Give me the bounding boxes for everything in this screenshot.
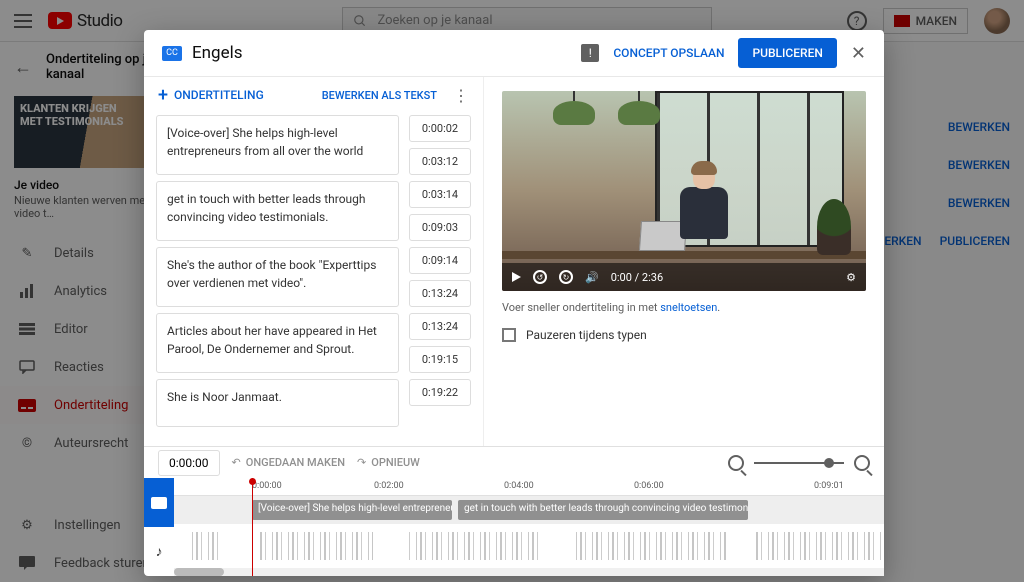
music-note-icon: ♪ xyxy=(156,543,163,560)
shortcut-tip: Voer sneller ondertiteling in met snelto… xyxy=(502,301,866,314)
play-icon[interactable] xyxy=(512,272,521,282)
video-time-display: 0:00 / 2:36 xyxy=(611,271,663,284)
caption-list: [Voice-over] She helps high-level entrep… xyxy=(144,113,483,446)
caption-in-time[interactable]: 0:13:24 xyxy=(409,313,471,340)
caption-editor-pane: + ONDERTITELING BEWERKEN ALS TEKST ⋮ [Vo… xyxy=(144,77,484,446)
subtitle-editor-dialog: CC Engels ! CONCEPT OPSLAAN PUBLICEREN ✕… xyxy=(144,30,884,576)
caption-segment[interactable]: [Voice-over] She helps high-level entrep… xyxy=(252,500,452,520)
caption-text-input[interactable]: She is Noor Janmaat. xyxy=(156,379,399,427)
caption-out-time[interactable]: 0:09:03 xyxy=(409,214,471,241)
undo-button[interactable]: ↶ ONGEDAAN MAKEN xyxy=(232,456,345,469)
caption-track[interactable]: [Voice-over] She helps high-level entrep… xyxy=(174,496,884,524)
cc-icon xyxy=(151,497,167,509)
caption-text-input[interactable]: get in touch with better leads through c… xyxy=(156,181,399,241)
dialog-header: CC Engels ! CONCEPT OPSLAAN PUBLICEREN ✕ xyxy=(144,30,884,76)
publish-button[interactable]: PUBLICEREN xyxy=(738,38,836,68)
close-icon[interactable]: ✕ xyxy=(851,43,866,64)
caption-row: She is Noor Janmaat. 0:19:22 xyxy=(156,379,471,427)
rewind-icon[interactable]: ↺ xyxy=(533,270,547,284)
warning-icon[interactable]: ! xyxy=(581,44,599,62)
caption-row: [Voice-over] She helps high-level entrep… xyxy=(156,115,471,175)
dialog-title: Engels xyxy=(192,43,243,63)
caption-out-time[interactable]: 0:19:15 xyxy=(409,346,471,373)
caption-track-toggle[interactable] xyxy=(144,478,174,527)
caption-in-time[interactable]: 0:09:14 xyxy=(409,247,471,274)
shortcuts-link[interactable]: sneltoetsen xyxy=(660,301,717,314)
caption-text-input[interactable]: Articles about her have appeared in Het … xyxy=(156,313,399,373)
save-draft-button[interactable]: CONCEPT OPSLAAN xyxy=(613,46,724,60)
video-frame-illustration xyxy=(502,91,866,291)
timeline-panel: 0:00:00 ↶ ONGEDAAN MAKEN ↷ OPNIEUW ♪ xyxy=(144,446,884,576)
undo-icon: ↶ xyxy=(232,456,241,469)
ruler-tick: 0:09:01 xyxy=(814,481,844,491)
add-subtitle-button[interactable]: + ONDERTITELING xyxy=(158,85,264,106)
audio-waveform[interactable] xyxy=(174,524,884,568)
ruler-tick: 0:04:00 xyxy=(504,481,534,491)
plus-icon: + xyxy=(158,85,168,106)
forward-icon[interactable]: ↻ xyxy=(559,270,573,284)
caption-text-input[interactable]: She's the author of the book "Experttips… xyxy=(156,247,399,307)
gear-icon[interactable]: ⚙ xyxy=(846,271,856,284)
redo-icon: ↷ xyxy=(357,456,366,469)
zoom-out-icon[interactable] xyxy=(728,455,744,471)
ruler-tick: 0:06:00 xyxy=(634,481,664,491)
pause-checkbox[interactable] xyxy=(502,328,516,342)
subtitles-icon: CC xyxy=(162,46,182,61)
caption-text-input[interactable]: [Voice-over] She helps high-level entrep… xyxy=(156,115,399,175)
volume-icon[interactable]: 🔊 xyxy=(585,271,599,284)
timeline-ruler[interactable]: 0:00:00 0:02:00 0:04:00 0:06:00 0:09:01 xyxy=(174,478,884,496)
timeline-scrollbar[interactable] xyxy=(174,568,884,576)
playhead[interactable] xyxy=(252,478,253,576)
ruler-tick: 0:02:00 xyxy=(374,481,404,491)
caption-in-time[interactable]: 0:19:22 xyxy=(409,379,471,406)
caption-out-time[interactable]: 0:13:24 xyxy=(409,280,471,307)
caption-row: Articles about her have appeared in Het … xyxy=(156,313,471,373)
redo-button[interactable]: ↷ OPNIEUW xyxy=(357,456,420,469)
video-preview[interactable]: ↺ ↻ 🔊 0:00 / 2:36 ⚙ xyxy=(502,91,866,291)
current-time-input[interactable]: 0:00:00 xyxy=(158,450,220,476)
preview-pane: ↺ ↻ 🔊 0:00 / 2:36 ⚙ Voer sneller onderti… xyxy=(484,77,884,446)
pause-label: Pauzeren tijdens typen xyxy=(526,328,647,342)
caption-in-time[interactable]: 0:00:02 xyxy=(409,115,471,142)
caption-row: She's the author of the book "Experttips… xyxy=(156,247,471,307)
zoom-in-icon[interactable] xyxy=(854,455,870,471)
edit-as-text-button[interactable]: BEWERKEN ALS TEKST xyxy=(322,89,437,102)
caption-segment[interactable]: get in touch with better leads through c… xyxy=(458,500,748,520)
video-controls: ↺ ↻ 🔊 0:00 / 2:36 ⚙ xyxy=(502,263,866,291)
ruler-tick: 0:00:00 xyxy=(252,481,282,491)
caption-row: get in touch with better leads through c… xyxy=(156,181,471,241)
audio-track-toggle[interactable]: ♪ xyxy=(144,527,174,576)
kebab-icon[interactable]: ⋮ xyxy=(453,86,469,105)
caption-out-time[interactable]: 0:03:12 xyxy=(409,148,471,175)
zoom-slider[interactable] xyxy=(754,462,844,464)
caption-in-time[interactable]: 0:03:14 xyxy=(409,181,471,208)
